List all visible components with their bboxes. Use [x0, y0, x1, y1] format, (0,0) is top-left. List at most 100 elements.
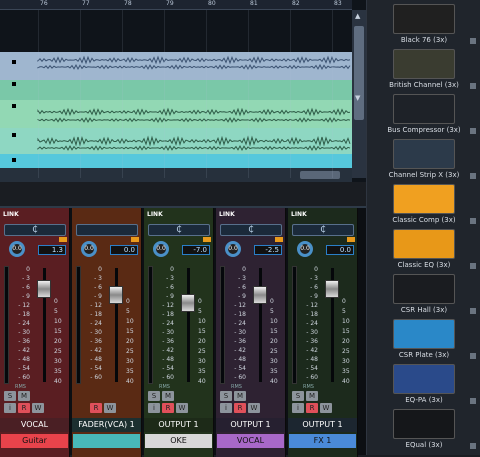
input-monitor-button[interactable]: i: [220, 403, 232, 413]
fader-value[interactable]: -7.0: [182, 245, 210, 255]
vertical-scroll-thumb[interactable]: [354, 26, 364, 120]
pan-knob[interactable]: 0.0: [9, 241, 25, 257]
output-routing[interactable]: VOCAL: [0, 418, 69, 432]
fader-value[interactable]: 1.3: [38, 245, 66, 255]
horizontal-scrollbar[interactable]: [0, 168, 352, 182]
write-button[interactable]: W: [248, 403, 260, 413]
scroll-up-icon[interactable]: ▲: [355, 12, 360, 20]
plugin-menu-icon[interactable]: [470, 173, 476, 179]
output-routing[interactable]: OUTPUT 1: [144, 418, 213, 432]
meter-scale-label: - 24: [234, 320, 246, 327]
horizontal-scroll-thumb[interactable]: [300, 171, 340, 179]
mute-button[interactable]: M: [162, 391, 174, 401]
input-monitor-button[interactable]: i: [292, 403, 304, 413]
plugin-menu-icon[interactable]: [470, 398, 476, 404]
meter-scale-label: - 54: [90, 365, 102, 372]
channel-label[interactable]: FX 1: [289, 434, 356, 448]
output-routing[interactable]: OUTPUT 1: [288, 418, 357, 432]
plugin-menu-icon[interactable]: [470, 83, 476, 89]
record-arm-button[interactable]: R: [306, 403, 318, 413]
level-meter: [292, 266, 297, 384]
solo-button[interactable]: S: [220, 391, 232, 401]
volume-fader[interactable]: [253, 286, 267, 304]
channel-name-field[interactable]: ₵: [148, 224, 210, 236]
meter-scale-label: - 6: [238, 284, 246, 291]
plugin-thumbnail[interactable]: [393, 184, 455, 214]
channel-name-field[interactable]: ₵: [220, 224, 282, 236]
vertical-scrollbar[interactable]: ▲ ▼: [352, 10, 366, 178]
pan-knob[interactable]: 0.0: [225, 241, 241, 257]
fader-value[interactable]: -2.5: [254, 245, 282, 255]
record-arm-button[interactable]: R: [90, 403, 102, 413]
output-routing[interactable]: FADER(VCA) 1: [72, 418, 141, 432]
write-button[interactable]: W: [176, 403, 188, 413]
fader-value[interactable]: 0.0: [326, 245, 354, 255]
record-arm-button[interactable]: R: [18, 403, 30, 413]
pan-knob[interactable]: 0.0: [81, 241, 97, 257]
channel-label[interactable]: [73, 434, 140, 448]
plugin-name[interactable]: Classic Comp (3x): [367, 216, 480, 224]
plugin-name[interactable]: Black 76 (3x): [367, 36, 480, 44]
mute-button[interactable]: M: [18, 391, 30, 401]
plugin-thumbnail[interactable]: [393, 319, 455, 349]
plugin-thumbnail[interactable]: [393, 274, 455, 304]
volume-fader[interactable]: [181, 294, 195, 312]
record-arm-button[interactable]: R: [234, 403, 246, 413]
fader-scale-label: 15: [54, 328, 62, 335]
plugin-menu-icon[interactable]: [470, 443, 476, 449]
link-label[interactable]: LINK: [219, 211, 235, 218]
plugin-thumbnail[interactable]: [393, 4, 455, 34]
solo-button[interactable]: S: [148, 391, 160, 401]
solo-button[interactable]: S: [292, 391, 304, 401]
mute-button[interactable]: M: [234, 391, 246, 401]
plugin-menu-icon[interactable]: [470, 353, 476, 359]
plugin-name[interactable]: British Channel (3x): [367, 81, 480, 89]
plugin-thumbnail[interactable]: [393, 49, 455, 79]
plugin-name[interactable]: Bus Compressor (3x): [367, 126, 480, 134]
volume-fader[interactable]: [325, 280, 339, 298]
output-routing[interactable]: OUTPUT 1: [216, 418, 285, 432]
write-button[interactable]: W: [104, 403, 116, 413]
channel-name-field[interactable]: ₵: [4, 224, 66, 236]
plugin-menu-icon[interactable]: [470, 218, 476, 224]
input-monitor-button[interactable]: i: [4, 403, 16, 413]
channel-label[interactable]: VOCAL: [217, 434, 284, 448]
plugin-thumbnail[interactable]: [393, 409, 455, 439]
fader-value[interactable]: 0.0: [110, 245, 138, 255]
plugin-thumbnail[interactable]: [393, 229, 455, 259]
plugin-name[interactable]: CSR Plate (3x): [367, 351, 480, 359]
volume-fader[interactable]: [109, 286, 123, 304]
plugin-thumbnail[interactable]: [393, 139, 455, 169]
volume-fader[interactable]: [37, 280, 51, 298]
write-button[interactable]: W: [32, 403, 44, 413]
plugin-menu-icon[interactable]: [470, 38, 476, 44]
plugin-menu-icon[interactable]: [470, 128, 476, 134]
plugin-name[interactable]: Channel Strip X (3x): [367, 171, 480, 179]
pan-knob[interactable]: 0.0: [297, 241, 313, 257]
scroll-down-icon[interactable]: ▼: [355, 94, 360, 102]
plugin-menu-icon[interactable]: [470, 308, 476, 314]
solo-button[interactable]: S: [4, 391, 16, 401]
plugin-thumbnail[interactable]: [393, 94, 455, 124]
record-arm-button[interactable]: R: [162, 403, 174, 413]
link-label[interactable]: LINK: [3, 211, 19, 218]
meter-scale-label: - 60: [18, 374, 30, 381]
link-label[interactable]: LINK: [291, 211, 307, 218]
fader-scale-label: 35: [54, 368, 62, 375]
plugin-thumbnail[interactable]: [393, 364, 455, 394]
plugin-menu-icon[interactable]: [470, 263, 476, 269]
level-meter: [76, 266, 81, 384]
write-button[interactable]: W: [320, 403, 332, 413]
pan-knob[interactable]: 0.0: [153, 241, 169, 257]
channel-name-field[interactable]: ₵: [292, 224, 354, 236]
channel-name-field[interactable]: [76, 224, 138, 236]
plugin-name[interactable]: EQual (3x): [367, 441, 480, 449]
plugin-name[interactable]: EQ-PA (3x): [367, 396, 480, 404]
plugin-name[interactable]: CSR Hall (3x): [367, 306, 480, 314]
mute-button[interactable]: M: [306, 391, 318, 401]
channel-label[interactable]: OKE: [145, 434, 212, 448]
input-monitor-button[interactable]: i: [148, 403, 160, 413]
plugin-name[interactable]: Classic EQ (3x): [367, 261, 480, 269]
link-label[interactable]: LINK: [147, 211, 163, 218]
channel-label[interactable]: Guitar: [1, 434, 68, 448]
